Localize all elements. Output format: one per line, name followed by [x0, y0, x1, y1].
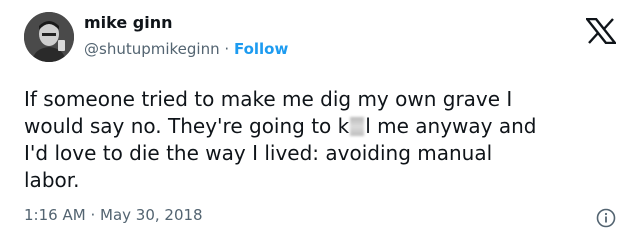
tweet-timestamp[interactable]: 1:16 AM · May 30, 2018	[24, 206, 203, 224]
tweet-line-2-end: l me anyway and	[365, 114, 537, 138]
author-name[interactable]: mike ginn	[84, 13, 173, 32]
x-logo-icon[interactable]	[586, 18, 616, 44]
tweet-line-4: labor.	[24, 168, 80, 192]
follow-button[interactable]: Follow	[234, 40, 288, 58]
avatar-photo	[24, 12, 74, 62]
tweet-line-1: If someone tried to make me dig my own g…	[24, 87, 513, 111]
tweet-date: May 30, 2018	[100, 206, 203, 224]
author-handle-row: @shutupmikeginn · Follow	[84, 40, 288, 58]
censor-blur	[350, 117, 365, 136]
info-icon[interactable]	[596, 208, 616, 228]
tweet-line-3: I'd love to die the way I lived: avoidin…	[24, 141, 493, 165]
tweet-line-2-start: would say no. They're going to k	[24, 114, 350, 138]
author-handle[interactable]: @shutupmikeginn	[84, 40, 220, 58]
timestamp-separator: ·	[90, 206, 96, 224]
avatar[interactable]	[24, 12, 74, 62]
tweet-time: 1:16 AM	[24, 206, 86, 224]
separator: ·	[224, 40, 230, 58]
tweet-text: If someone tried to make me dig my own g…	[24, 86, 620, 194]
